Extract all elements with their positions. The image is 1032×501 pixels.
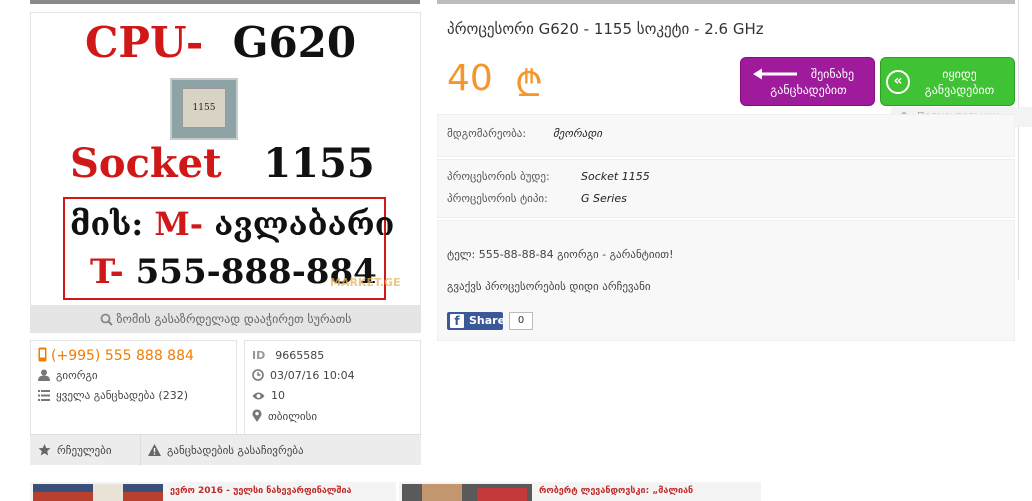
cpu-type-row: პროცესორის ტიპი: G Series	[447, 192, 627, 205]
description-line-1: ტელ: 555-88-88-84 გიორგი - გარანტიით!	[447, 248, 674, 261]
top-border-strip	[0, 0, 1032, 4]
condition-row: მდგომარეობა: მეორადი	[447, 127, 603, 140]
listing-action-bar: რჩეულები განცხადების გასაჩივრება	[30, 434, 421, 466]
news-thumbnail	[402, 484, 532, 501]
facebook-icon: f	[450, 314, 464, 328]
double-chevron-left-icon: «	[886, 70, 910, 94]
news-item[interactable]: ევრო 2016 - უელსი ნახევარფინალშია	[30, 482, 396, 501]
list-icon	[38, 390, 50, 401]
right-divider	[1018, 0, 1019, 280]
listing-title: პროცესორი G620 - 1155 სოკეტი - 2.6 GHz	[447, 20, 764, 38]
chip-label: 1155	[182, 88, 226, 128]
lari-currency-icon: ₾	[515, 64, 543, 105]
image-text-cpu-model: CPU- G620	[85, 18, 357, 67]
star-icon	[38, 444, 51, 456]
seller-name-row: გიორგი	[38, 369, 98, 382]
map-pin-icon	[252, 409, 262, 422]
magnifier-icon	[100, 313, 113, 326]
seller-all-ads-link[interactable]: ყველა განცხადება (232)	[38, 389, 188, 402]
buy-installments-button[interactable]: « იყიდე განვადებით	[880, 57, 1015, 106]
mobile-phone-icon	[38, 347, 47, 362]
facebook-share-button[interactable]: f Share	[447, 312, 505, 330]
description-line-2: გვაქვს პროცესორების დიდი არჩევანი	[447, 280, 651, 293]
socket-row: პროცესორის ბუდე: Socket 1155	[447, 170, 650, 183]
add-to-favorites-button[interactable]: რჩეულები	[38, 435, 112, 466]
zoom-hint-text: ზომის გასაზრდელად დააჭირეთ სურათს	[116, 312, 352, 326]
clock-icon	[252, 369, 264, 381]
listing-id-row: ID 9665585	[252, 349, 325, 362]
news-item[interactable]: რობერტ ლევანდოვსკი: „მალიან	[399, 482, 761, 501]
eye-icon	[252, 392, 265, 400]
image-text-address: მის: M- ავლაბარი	[70, 205, 395, 243]
report-listing-button[interactable]: განცხადების გასაჩივრება	[148, 435, 304, 466]
specs-panel	[437, 159, 1015, 218]
zoom-hint-bar[interactable]: ზომის გასაზრდელად დააჭირეთ სურათს	[30, 306, 421, 333]
image-watermark: MARKET.GE	[330, 276, 401, 289]
listing-date-row: 03/07/16 10:04	[252, 369, 355, 382]
share-count: 0	[509, 312, 533, 330]
warning-icon	[148, 444, 161, 456]
user-icon	[38, 369, 50, 381]
image-text-socket: Socket 1155	[70, 140, 375, 187]
cpu-chip-picture: 1155	[170, 78, 238, 140]
news-thumbnail	[33, 484, 163, 501]
save-listing-button[interactable]: შეინახე განცხადებით	[740, 57, 875, 106]
seller-phone[interactable]: (+995) 555 888 884	[38, 347, 194, 364]
listing-views-row: 10	[252, 389, 285, 402]
listing-price: 40	[447, 58, 493, 99]
listing-location-row: თბილისი	[252, 409, 317, 423]
